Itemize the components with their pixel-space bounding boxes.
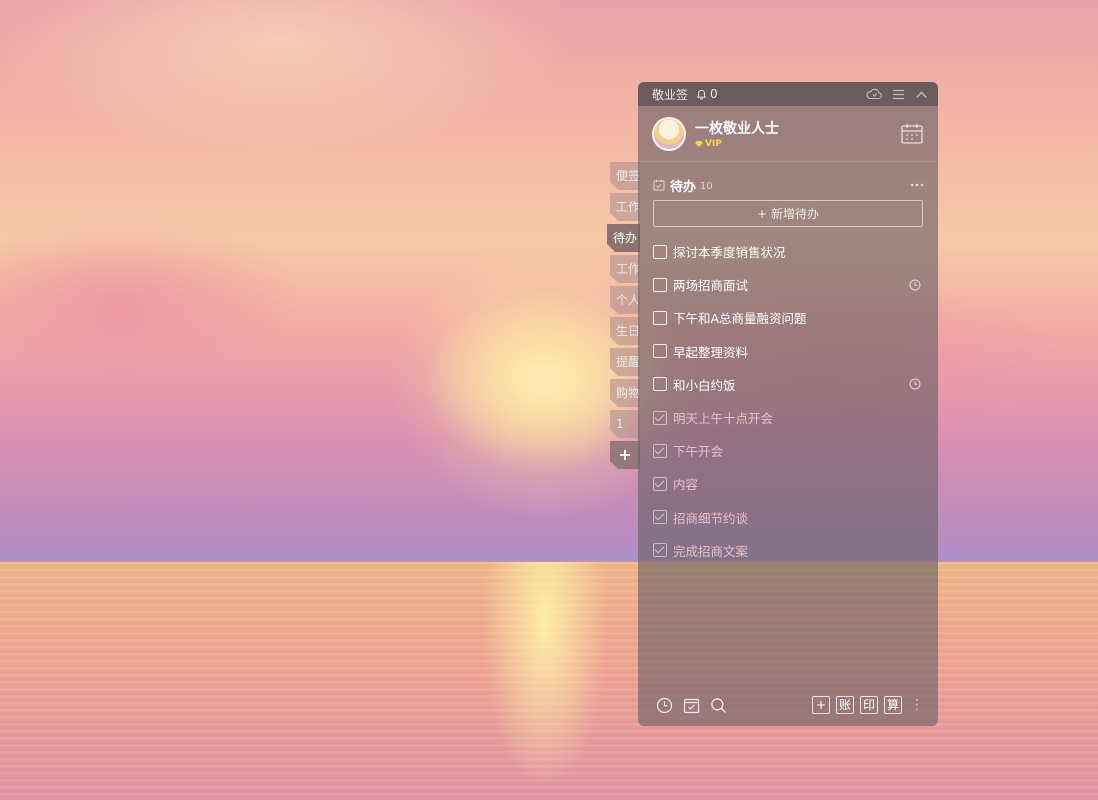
ledger-button[interactable]: 账 [836, 696, 854, 714]
calculator-button[interactable]: 算 [884, 696, 902, 714]
todo-count: 10 [700, 180, 713, 192]
side-tabs: 便签 工作 待办 工作 个人 生日 提醒 购物 1 + [610, 162, 640, 472]
todo-text: 招商细节约谈 [673, 510, 749, 526]
vip-label: VIP [705, 139, 722, 149]
todo-item[interactable]: 和小白约饭 [638, 368, 938, 401]
todo-item[interactable]: 早起整理资料 [638, 335, 938, 368]
clock-icon[interactable] [909, 378, 921, 390]
todo-checkbox[interactable] [653, 277, 667, 292]
username: 一枚敬业人士 [695, 121, 779, 137]
new-todo-button[interactable]: + 新增待办 [653, 200, 923, 227]
todo-text: 下午开会 [673, 444, 724, 460]
calendar-icon[interactable] [900, 123, 924, 145]
clock-icon[interactable] [909, 279, 921, 291]
todo-text: 和小白约饭 [673, 377, 736, 393]
todo-item[interactable]: 两场招商面试 [638, 268, 938, 301]
bell-icon [696, 89, 707, 100]
todo-item-done[interactable]: 内容 [638, 467, 938, 500]
tab-3[interactable]: 工作 [610, 255, 640, 283]
clock-icon[interactable] [656, 697, 673, 714]
notification-button[interactable]: 0 [696, 87, 718, 101]
add-tab-button[interactable]: + [610, 441, 640, 469]
todo-panel: 敬业签 0 一枚敬业人士 VIP 待办 10 + 新增待办 探讨本季度销售状况 … [638, 82, 938, 726]
search-icon[interactable] [710, 697, 727, 714]
todo-item-done[interactable]: 明天上午十点开会 [638, 401, 938, 434]
cloud-sync-icon[interactable] [866, 88, 882, 100]
todo-checkbox[interactable] [653, 244, 667, 259]
tab-1[interactable]: 工作 [610, 193, 640, 221]
tab-2[interactable]: 待办 [607, 224, 640, 252]
section-title: 待办 [670, 179, 697, 195]
menu-icon[interactable] [892, 89, 905, 100]
todo-text: 探讨本季度销售状况 [673, 245, 786, 261]
todo-list: 探讨本季度销售状况 两场招商面试 下午和A总商量融资问题 早起整理资料 和小白约… [638, 235, 938, 567]
diamond-icon [695, 141, 703, 147]
todo-item[interactable]: 探讨本季度销售状况 [638, 235, 938, 268]
notification-count: 0 [710, 87, 718, 101]
new-todo-label: 新增待办 [771, 207, 820, 221]
todo-checkbox-checked[interactable] [653, 510, 667, 525]
todo-text: 早起整理资料 [673, 344, 749, 360]
footer-toolbar: + 账 印 算 ⋮ [638, 684, 938, 726]
title-bar: 敬业签 0 [638, 82, 938, 106]
todo-text: 下午和A总商量融资问题 [673, 311, 807, 327]
todo-text: 完成招商文案 [673, 543, 749, 559]
todo-checkbox[interactable] [653, 310, 667, 325]
print-button[interactable]: 印 [860, 696, 878, 714]
todo-checkbox[interactable] [653, 377, 667, 392]
tab-0[interactable]: 便签 [610, 162, 640, 190]
todo-calendar-icon [653, 179, 665, 191]
more-dots-icon[interactable] [910, 183, 924, 187]
todo-item-done[interactable]: 下午开会 [638, 434, 938, 467]
avatar[interactable] [652, 116, 686, 151]
tab-7[interactable]: 购物 [610, 379, 640, 407]
todo-item[interactable]: 下午和A总商量融资问题 [638, 301, 938, 334]
todo-checkbox-checked[interactable] [653, 476, 667, 491]
tab-4[interactable]: 个人 [610, 286, 640, 314]
user-info: 一枚敬业人士 VIP [695, 118, 779, 149]
todo-text: 明天上午十点开会 [673, 411, 774, 427]
plus-icon: + [756, 206, 768, 221]
todo-item-done[interactable]: 完成招商文案 [638, 534, 938, 567]
tab-5[interactable]: 生日 [610, 317, 640, 345]
todo-checkbox-checked[interactable] [653, 443, 667, 458]
vertical-more-icon[interactable]: ⋮ [910, 698, 924, 712]
vip-badge: VIP [695, 139, 779, 149]
chevron-up-icon[interactable] [915, 90, 928, 99]
add-button[interactable]: + [812, 696, 830, 714]
todo-item-done[interactable]: 招商细节约谈 [638, 501, 938, 534]
app-title: 敬业签 [652, 87, 689, 102]
todo-checkbox-checked[interactable] [653, 410, 667, 425]
todo-checkbox-checked[interactable] [653, 543, 667, 558]
section-header: 待办 10 [638, 162, 938, 198]
tab-6[interactable]: 提醒 [610, 348, 640, 376]
todo-checkbox[interactable] [653, 344, 667, 359]
todo-text: 内容 [673, 477, 699, 493]
tab-8[interactable]: 1 [610, 410, 640, 438]
checklist-icon[interactable] [683, 697, 700, 714]
todo-text: 两场招商面试 [673, 278, 749, 294]
user-header: 一枚敬业人士 VIP [638, 106, 938, 162]
